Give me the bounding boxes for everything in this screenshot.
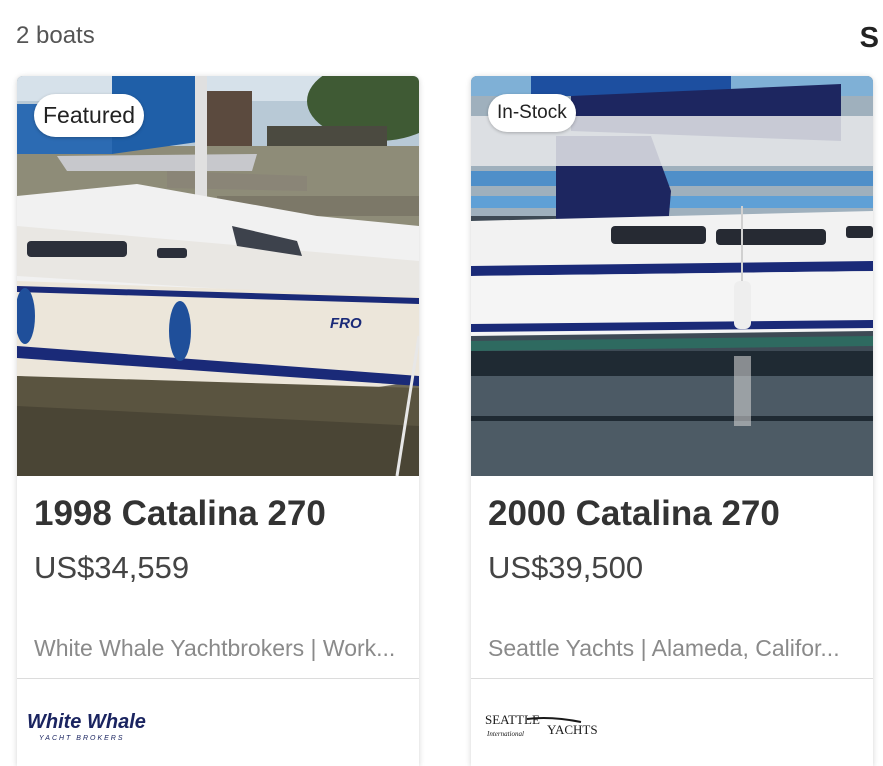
boat-photo[interactable] (471, 76, 873, 476)
sort-control[interactable]: S (860, 22, 879, 55)
card-divider (17, 678, 419, 679)
logo-line3: YACHTS (547, 722, 598, 737)
listing-title[interactable]: 2000 Catalina 270 (488, 494, 780, 534)
logo-line2: International (486, 730, 524, 738)
logo-line2: YACHT BROKERS (39, 735, 125, 742)
logo-line1: White Whale (27, 711, 146, 733)
listing-price: US$34,559 (34, 550, 190, 585)
featured-badge: Featured (34, 94, 145, 137)
results-header: 2 boats S (0, 0, 883, 70)
dealer-location: Seattle Yachts | Alameda, Califor... (488, 635, 840, 661)
listing-price: US$39,500 (488, 550, 644, 585)
in-stock-badge: In-Stock (488, 94, 576, 132)
listing-title[interactable]: 1998 Catalina 270 (34, 494, 326, 534)
hull-name-text: FRO (330, 315, 362, 332)
dealer-logo[interactable]: SEATTLE International YACHTS (481, 706, 621, 746)
results-count: 2 boats (16, 22, 95, 49)
card-divider (471, 678, 873, 679)
dealer-location: White Whale Yachtbrokers | Work... (34, 635, 396, 661)
listing-card[interactable]: FRO Featured 1998 Catalina 270 US$34,559… (17, 76, 419, 766)
listing-card[interactable]: In-Stock 2000 Catalina 270 US$39,500 Sea… (471, 76, 873, 766)
dealer-logo[interactable]: White Whale YACHT BROKERS (27, 706, 167, 746)
